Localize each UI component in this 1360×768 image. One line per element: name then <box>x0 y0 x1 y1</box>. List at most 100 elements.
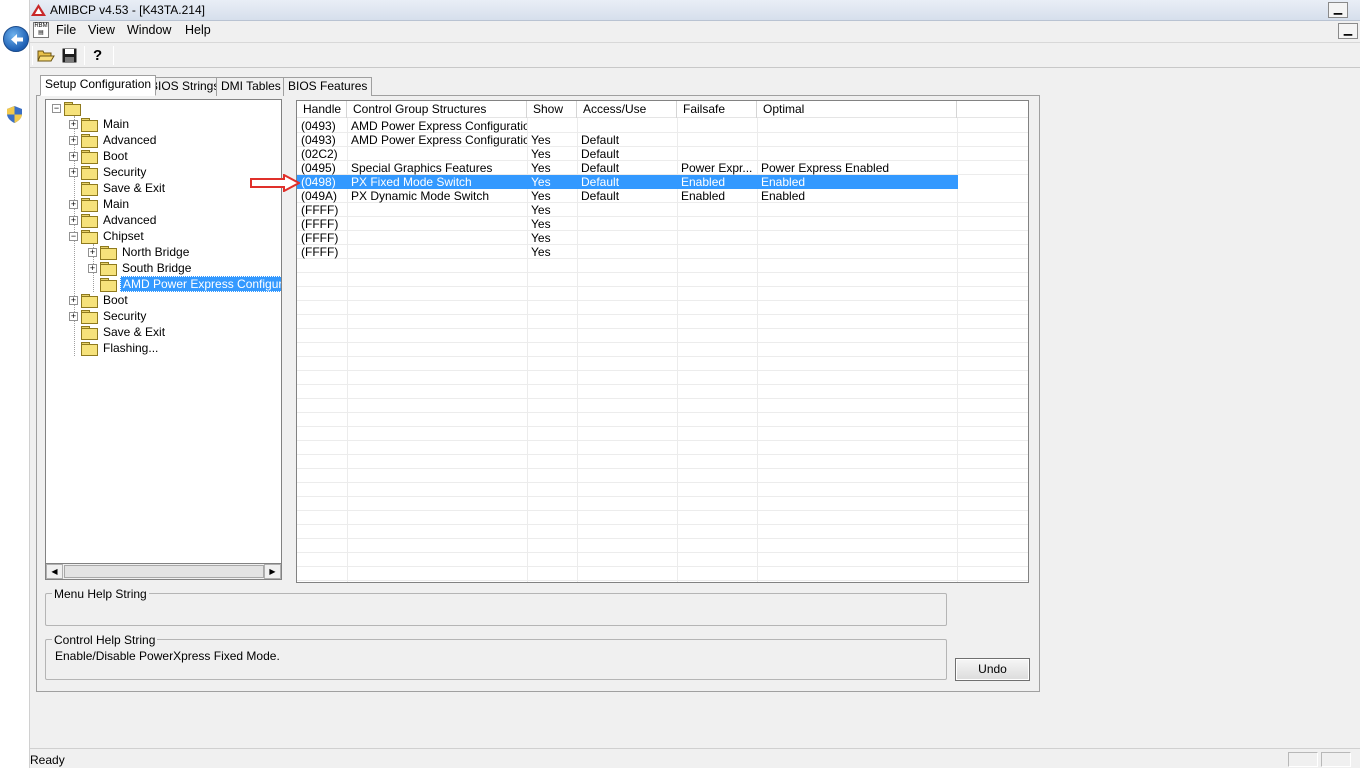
table-cell: Yes <box>531 217 551 231</box>
table-cell <box>677 133 757 147</box>
expand-icon[interactable]: + <box>69 295 78 305</box>
table-cell: PX Fixed Mode Switch <box>351 175 472 189</box>
empty-row <box>297 357 1028 371</box>
tab-bios-features[interactable]: BIOS Features <box>283 77 373 96</box>
table-row[interactable]: (FFFF) Yes <box>297 203 1028 217</box>
expand-icon[interactable]: + <box>69 199 78 209</box>
tree-item[interactable]: + South Bridge <box>88 260 193 276</box>
status-pane <box>1321 752 1351 767</box>
table-row[interactable]: (0498) PX Fixed Mode Switch Yes Default Enab… <box>297 175 958 189</box>
table-cell: Yes <box>531 189 551 203</box>
table-cell: Default <box>581 161 620 175</box>
mdi-minimize-button[interactable]: ▁ <box>1338 23 1358 39</box>
desktop-strip <box>0 0 30 768</box>
tree-item[interactable]: + North Bridge <box>88 244 191 260</box>
open-folder-icon[interactable] <box>35 45 57 66</box>
column-header[interactable]: Show <box>527 101 577 118</box>
expand-icon[interactable]: + <box>69 167 78 177</box>
expand-icon[interactable]: + <box>69 151 78 161</box>
column-header[interactable]: Access/Use <box>577 101 677 118</box>
table-row[interactable]: (0493) AMD Power Express Configuration <box>297 119 1028 133</box>
empty-row <box>297 469 1028 483</box>
menu-view[interactable]: View <box>88 23 115 37</box>
tree-item[interactable]: + Boot <box>69 292 130 308</box>
column-header[interactable]: Control Group Structures <box>347 101 527 118</box>
tab-dmi-tables[interactable]: DMI Tables <box>216 77 286 96</box>
minimize-button[interactable]: ▁ <box>1328 2 1348 18</box>
table-cell: (0493) <box>301 133 336 147</box>
undo-button[interactable]: Undo <box>955 658 1030 681</box>
menu-window[interactable]: Window <box>127 23 171 37</box>
tree-item[interactable]: + Boot <box>69 148 130 164</box>
expand-icon[interactable]: + <box>69 215 78 225</box>
table-cell: Default <box>581 189 620 203</box>
scroll-thumb[interactable] <box>64 565 264 578</box>
table-row[interactable]: (FFFF) Yes <box>297 231 1028 245</box>
tree-item[interactable]: + Advanced <box>69 212 158 228</box>
back-arrow-icon[interactable] <box>3 26 29 52</box>
table-cell: PX Dynamic Mode Switch <box>351 189 490 203</box>
table-cell: Special Graphics Features <box>351 161 493 175</box>
tab-setup-configuration[interactable]: Setup Configuration <box>40 75 157 96</box>
tree-item[interactable]: AMD Power Express Configuratio <box>88 276 281 292</box>
table-cell <box>677 217 757 231</box>
toolbar: ? <box>30 42 1360 68</box>
column-header[interactable]: Handle <box>297 101 347 118</box>
column-header[interactable]: Failsafe <box>677 101 757 118</box>
tab-bios-strings[interactable]: BIOS Strings <box>145 77 225 96</box>
table-row[interactable]: (FFFF) Yes <box>297 245 1028 259</box>
menu-file[interactable]: File <box>56 23 76 37</box>
tree-item[interactable]: Save & Exit <box>69 324 167 340</box>
table-cell <box>577 119 677 133</box>
tree-item-label: Boot <box>103 293 128 307</box>
save-disk-icon[interactable] <box>58 45 80 66</box>
menu-help[interactable]: Help <box>185 23 211 37</box>
tree-item-label: Save & Exit <box>103 325 166 339</box>
mdi-child-icon[interactable]: RBM ▤ <box>33 22 49 38</box>
tree-item[interactable]: + Security <box>69 164 148 180</box>
expand-icon[interactable]: + <box>69 135 78 145</box>
table-cell: Yes <box>531 161 551 175</box>
collapse-icon[interactable]: − <box>52 103 61 113</box>
table-row[interactable]: (049A) PX Dynamic Mode Switch Yes Default En… <box>297 189 1028 203</box>
table-row[interactable]: (FFFF) Yes <box>297 217 1028 231</box>
table-cell: AMD Power Express Configuration <box>351 133 527 147</box>
expand-icon[interactable]: + <box>69 119 78 129</box>
table-cell <box>677 119 757 133</box>
table-cell: (FFFF) <box>301 203 339 217</box>
expand-icon[interactable]: + <box>88 263 97 273</box>
tree-item-label: Flashing... <box>103 341 159 355</box>
table-cell <box>677 203 757 217</box>
tree-item[interactable]: + Advanced <box>69 132 158 148</box>
column-header[interactable]: Optimal <box>757 101 957 118</box>
table-row[interactable]: (0495) Special Graphics Features Yes Defaul… <box>297 161 1028 175</box>
control-group-table[interactable]: Handle Control Group Structures Show Access… <box>296 100 1029 583</box>
folder-icon <box>81 341 98 356</box>
control-help-title: Control Help String <box>52 633 158 647</box>
table-row[interactable]: (0493) AMD Power Express Configuration Yes… <box>297 133 1028 147</box>
tree-item-label: Boot <box>103 149 128 163</box>
menu-help-title: Menu Help String <box>52 587 149 601</box>
tree-item[interactable]: Flashing... <box>69 340 160 356</box>
empty-row <box>297 259 1028 273</box>
setup-tree[interactable]: − + Main + Advanced + Boot + Security Save & Exi… <box>45 99 282 579</box>
uac-shield-icon <box>7 106 22 123</box>
collapse-icon[interactable]: − <box>69 231 78 241</box>
tree-item[interactable]: + Main <box>69 116 131 132</box>
table-cell <box>757 217 957 231</box>
table-cell: Power Express Enabled <box>761 161 890 175</box>
scroll-right-arrow-icon[interactable]: ▶ <box>264 564 281 579</box>
tree-root[interactable]: − <box>52 100 84 116</box>
tree-item[interactable]: + Main <box>69 196 131 212</box>
empty-row <box>297 455 1028 469</box>
table-row[interactable]: (02C2) Yes Default <box>297 147 1028 161</box>
expand-icon[interactable]: + <box>88 247 97 257</box>
tree-item[interactable]: Save & Exit <box>69 180 167 196</box>
help-question-icon[interactable]: ? <box>87 45 109 66</box>
expand-icon[interactable]: + <box>69 311 78 321</box>
table-cell: (0495) <box>301 161 336 175</box>
scroll-left-arrow-icon[interactable]: ◀ <box>46 564 63 579</box>
tree-horizontal-scrollbar[interactable]: ◀ ▶ <box>45 563 282 580</box>
tree-item[interactable]: + Security <box>69 308 148 324</box>
tree-item[interactable]: − Chipset <box>69 228 146 244</box>
